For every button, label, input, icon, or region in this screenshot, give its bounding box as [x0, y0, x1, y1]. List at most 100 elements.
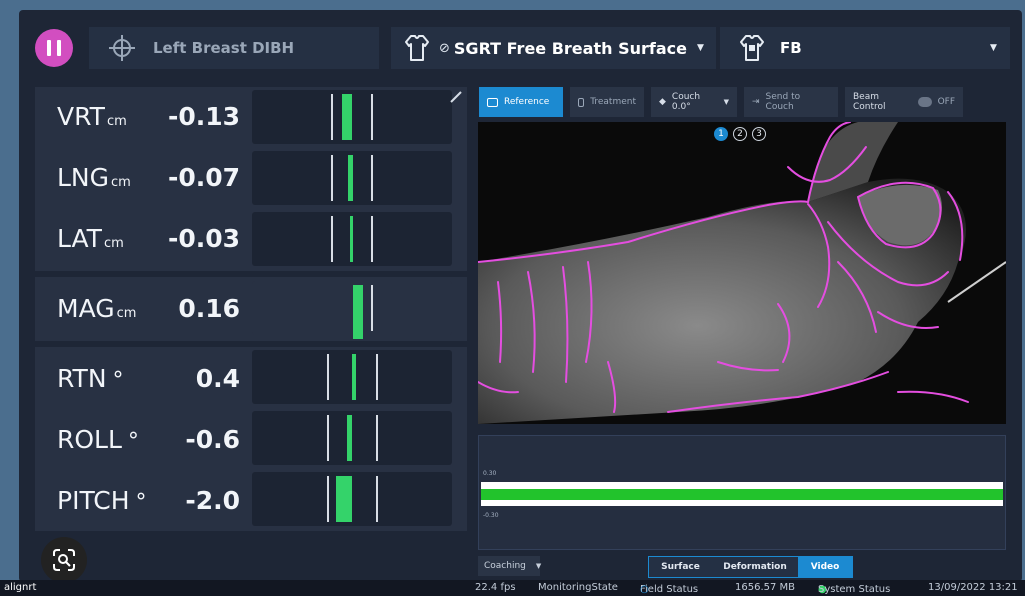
camera-pager: 1 2 3	[714, 127, 766, 141]
tab-surface[interactable]: Surface	[649, 557, 712, 577]
delta-name: LNG	[57, 163, 110, 192]
tolerance-line	[371, 285, 373, 331]
tab-video[interactable]: Video	[798, 557, 852, 577]
torso-icon	[740, 35, 764, 61]
tolerance-line	[327, 415, 329, 461]
tolerance-line	[371, 155, 373, 201]
edit-icon[interactable]	[449, 90, 463, 104]
view-tabs: Surface Deformation Video	[648, 556, 853, 578]
memory-readout: 1656.57 MB	[735, 582, 796, 593]
delta-value: -2.0	[185, 486, 240, 515]
delta-gauge	[252, 411, 452, 465]
delta-unit: cm	[111, 175, 131, 190]
camera-page-2[interactable]: 2	[733, 127, 747, 141]
delta-value: -0.13	[167, 102, 240, 131]
reference-button[interactable]: Reference	[479, 87, 563, 117]
delta-gauge	[252, 90, 452, 144]
breathing-trace	[481, 489, 1003, 500]
video-toolbar: Reference Treatment ◆ Couch 0.0° ▼ ⇥ Send t…	[479, 87, 1014, 119]
treatment-button[interactable]: Treatment	[570, 87, 644, 117]
alignrt-window: Left Breast DIBH ⊘ SGRT Free Breath Surf…	[19, 10, 1022, 582]
top-bar: Left Breast DIBH ⊘ SGRT Free Breath Surf…	[19, 10, 1022, 70]
fps-readout: 22.4 fps	[475, 582, 516, 593]
chevron-down-icon: ▼	[697, 43, 704, 53]
magnitude-gauge	[252, 281, 452, 339]
tolerance-line	[371, 216, 373, 262]
fb-surface-dropdown[interactable]: FB ▼	[720, 27, 1010, 69]
plan-selector[interactable]: Left Breast DIBH	[89, 27, 379, 69]
camera-page-1[interactable]: 1	[714, 127, 728, 141]
tolerance-line	[331, 94, 333, 140]
brand-label: alignrt	[4, 582, 37, 593]
delta-name: PITCH	[57, 486, 130, 515]
status-circle-icon: ○	[640, 584, 649, 595]
graph-upper-label: 0.30	[483, 470, 497, 477]
delta-gauge	[252, 472, 452, 526]
magnitude-bar	[353, 285, 363, 339]
chevron-down-icon: ▼	[990, 43, 997, 53]
translation-panel: VRT cm -0.13 LNG cm -0.07 LAT cm -0.03	[35, 87, 467, 271]
graph-lower-label: -0.30	[483, 512, 499, 519]
tolerance-line	[376, 476, 378, 522]
pause-button[interactable]	[35, 29, 73, 67]
ban-icon: ⊘	[439, 40, 450, 56]
delta-gauge	[252, 212, 452, 266]
chevron-down-icon: ▼	[535, 562, 542, 570]
magnitude-value: 0.16	[178, 294, 240, 323]
tolerance-line	[327, 354, 329, 400]
gating-window-band	[481, 482, 1003, 506]
camera-search-icon	[53, 549, 75, 571]
send-to-couch-button[interactable]: ⇥ Send to Couch	[744, 87, 838, 117]
fb-label: FB	[780, 39, 802, 57]
delta-name: RTN	[57, 364, 107, 393]
couch-icon: ◆	[659, 97, 666, 107]
delta-name: ROLL	[57, 425, 122, 454]
send-icon: ⇥	[752, 97, 760, 107]
delta-unit: cm	[106, 114, 127, 129]
breathing-trace-graph: 0.30 -0.30	[478, 435, 1006, 550]
delta-bar	[347, 415, 352, 461]
delta-gauge	[252, 151, 452, 205]
delta-value: -0.6	[185, 425, 240, 454]
camera-icon	[487, 97, 498, 107]
beam-control-toggle[interactable]: Beam Control OFF	[845, 87, 963, 117]
magnitude-name: MAG	[57, 294, 115, 323]
pause-icon	[47, 40, 51, 56]
delta-value: -0.03	[167, 224, 240, 253]
coaching-dropdown[interactable]: Coaching ▼	[478, 556, 542, 576]
surface-label: SGRT Free Breath Surface	[453, 38, 687, 58]
toggle-switch	[918, 97, 932, 107]
delta-unit: cm	[103, 236, 124, 251]
screen-capture-button[interactable]	[41, 537, 87, 583]
crosshair-icon	[109, 35, 135, 61]
torso-icon	[405, 35, 429, 61]
tab-deformation[interactable]: Deformation	[712, 557, 798, 577]
tolerance-line	[331, 216, 333, 262]
delta-value: -0.07	[167, 163, 240, 192]
reference-surface-dropdown[interactable]: ⊘ SGRT Free Breath Surface ▼	[391, 27, 716, 69]
delta-bar	[350, 216, 353, 262]
chevron-down-icon: ▼	[723, 98, 729, 106]
couch-dropdown[interactable]: ◆ Couch 0.0° ▼	[651, 87, 737, 117]
delta-name: LAT	[57, 224, 102, 253]
delta-value: 0.4	[195, 364, 240, 393]
tolerance-line	[331, 155, 333, 201]
patient-image	[478, 122, 1006, 424]
camera-video-view[interactable]: 1 2 3	[478, 122, 1006, 424]
tolerance-line	[371, 94, 373, 140]
delta-gauge	[252, 350, 452, 404]
delta-unit: °	[112, 368, 124, 393]
delta-bar	[336, 476, 352, 522]
delta-bar	[348, 155, 353, 201]
tolerance-line	[376, 415, 378, 461]
plan-label: Left Breast DIBH	[153, 39, 295, 57]
tolerance-line	[327, 476, 329, 522]
rotation-panel: RTN ° 0.4 ROLL ° -0.6 PITCH ° -2.0	[35, 347, 467, 531]
datetime: 13/09/2022 13:21	[928, 582, 1018, 593]
monitoring-state: MonitoringState	[538, 582, 618, 593]
camera-icon	[578, 97, 585, 107]
camera-page-3[interactable]: 3	[752, 127, 766, 141]
delta-bar	[342, 94, 352, 140]
delta-bar	[352, 354, 356, 400]
delta-name: VRT	[57, 102, 105, 131]
